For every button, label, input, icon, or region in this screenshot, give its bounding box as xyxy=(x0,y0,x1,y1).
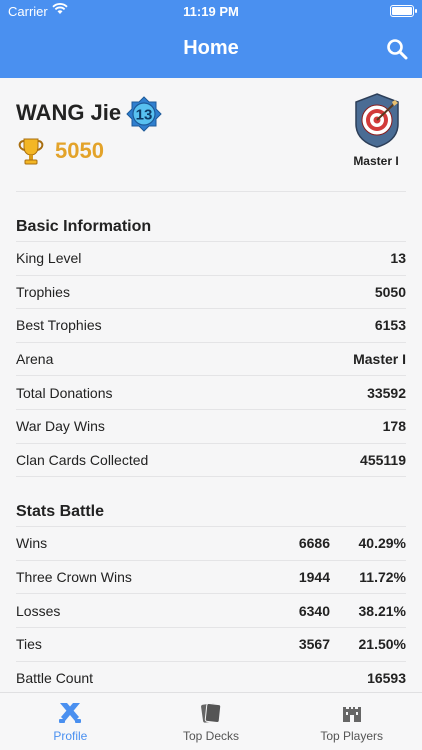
stat-percentage: 11.72% xyxy=(359,569,406,586)
tab-top-players[interactable]: Top Players xyxy=(281,693,422,750)
stat-row-clan-cards: Clan Cards Collected 455119 xyxy=(16,444,406,478)
stat-row-three-crown-wins: Three Crown Wins 1944 11.72% xyxy=(16,561,406,595)
stat-value: 3567 xyxy=(298,636,330,653)
stat-label: Losses xyxy=(16,602,61,619)
stat-row-arena: Arena Master I xyxy=(16,343,406,377)
stat-label: Trophies xyxy=(16,283,70,300)
stat-label: Wins xyxy=(16,535,48,552)
stat-label: Best Trophies xyxy=(16,317,102,334)
stat-label: King Level xyxy=(16,250,82,267)
page-title: Home xyxy=(183,37,239,59)
stats-battle-heading: Stats Battle xyxy=(16,477,406,528)
stat-label: Three Crown Wins xyxy=(16,569,132,586)
tab-label: Profile xyxy=(53,729,88,743)
king-level-value: 13 xyxy=(136,107,153,124)
navigation-header: Carrier 11:19 PM Home xyxy=(0,0,422,78)
stat-label: Arena xyxy=(16,351,54,368)
stat-row-wins: Wins 6686 40.29% xyxy=(16,527,406,561)
stat-row-ties: Ties 3567 21.50% xyxy=(16,628,406,662)
stat-value: 6153 xyxy=(374,317,406,334)
profile-card: WANG Jie 13 5050 Master I xyxy=(16,78,406,192)
stat-percentage: 21.50% xyxy=(358,636,406,653)
stat-value: 455119 xyxy=(360,451,406,468)
tab-profile[interactable]: Profile xyxy=(0,693,141,750)
stat-percentage: 38.21% xyxy=(358,602,406,619)
stat-value: 16593 xyxy=(367,669,406,686)
castle-icon xyxy=(342,707,361,722)
arena-name: Master I xyxy=(353,154,399,168)
battery-icon xyxy=(390,5,417,17)
stat-value: 1944 xyxy=(298,569,330,586)
profile-scroll-content[interactable]: WANG Jie 13 5050 Master I Basic Informat… xyxy=(0,78,422,692)
tab-label: Top Decks xyxy=(182,729,240,743)
stat-row-war-day-wins: War Day Wins 178 xyxy=(16,410,406,444)
tab-top-decks[interactable]: Top Decks xyxy=(141,693,282,750)
trophy-icon xyxy=(18,138,44,165)
king-level-badge: 13 xyxy=(126,96,162,132)
stat-value: 5050 xyxy=(374,283,406,300)
tab-bar: Profile Top Decks Top Players xyxy=(0,692,422,750)
stat-value: Master I xyxy=(353,351,406,368)
stat-value: 178 xyxy=(382,418,406,435)
stat-row-best-trophies: Best Trophies 6153 xyxy=(16,309,406,343)
search-icon[interactable] xyxy=(386,38,408,60)
stat-row-trophies: Trophies 5050 xyxy=(16,276,406,310)
stat-row-battle-count: Battle Count 16593 xyxy=(16,662,406,692)
stat-value: 13 xyxy=(390,250,406,267)
stat-label: Total Donations xyxy=(16,384,113,401)
stat-value: 6340 xyxy=(298,602,330,619)
trophy-count: 5050 xyxy=(55,138,104,163)
stat-label: Clan Cards Collected xyxy=(16,451,149,468)
player-name: WANG Jie xyxy=(16,100,122,125)
stat-row-total-donations: Total Donations 33592 xyxy=(16,376,406,410)
status-bar: Carrier 11:19 PM xyxy=(0,0,422,24)
stat-value: 33592 xyxy=(367,384,406,401)
stat-row-losses: Losses 6340 38.21% xyxy=(16,594,406,628)
basic-info-heading: Basic Information xyxy=(16,192,406,242)
arena-master-icon xyxy=(355,93,399,148)
stat-row-king-level: King Level 13 xyxy=(16,242,406,276)
status-time: 11:19 PM xyxy=(183,4,239,19)
stat-label: Battle Count xyxy=(16,669,94,686)
stat-label: War Day Wins xyxy=(16,418,105,435)
stat-percentage: 40.29% xyxy=(358,535,406,552)
tab-label: Top Players xyxy=(320,729,384,743)
crossed-swords-icon xyxy=(59,703,82,723)
cards-icon xyxy=(201,703,222,723)
stat-label: Ties xyxy=(16,636,42,653)
stat-value: 6686 xyxy=(298,535,330,552)
